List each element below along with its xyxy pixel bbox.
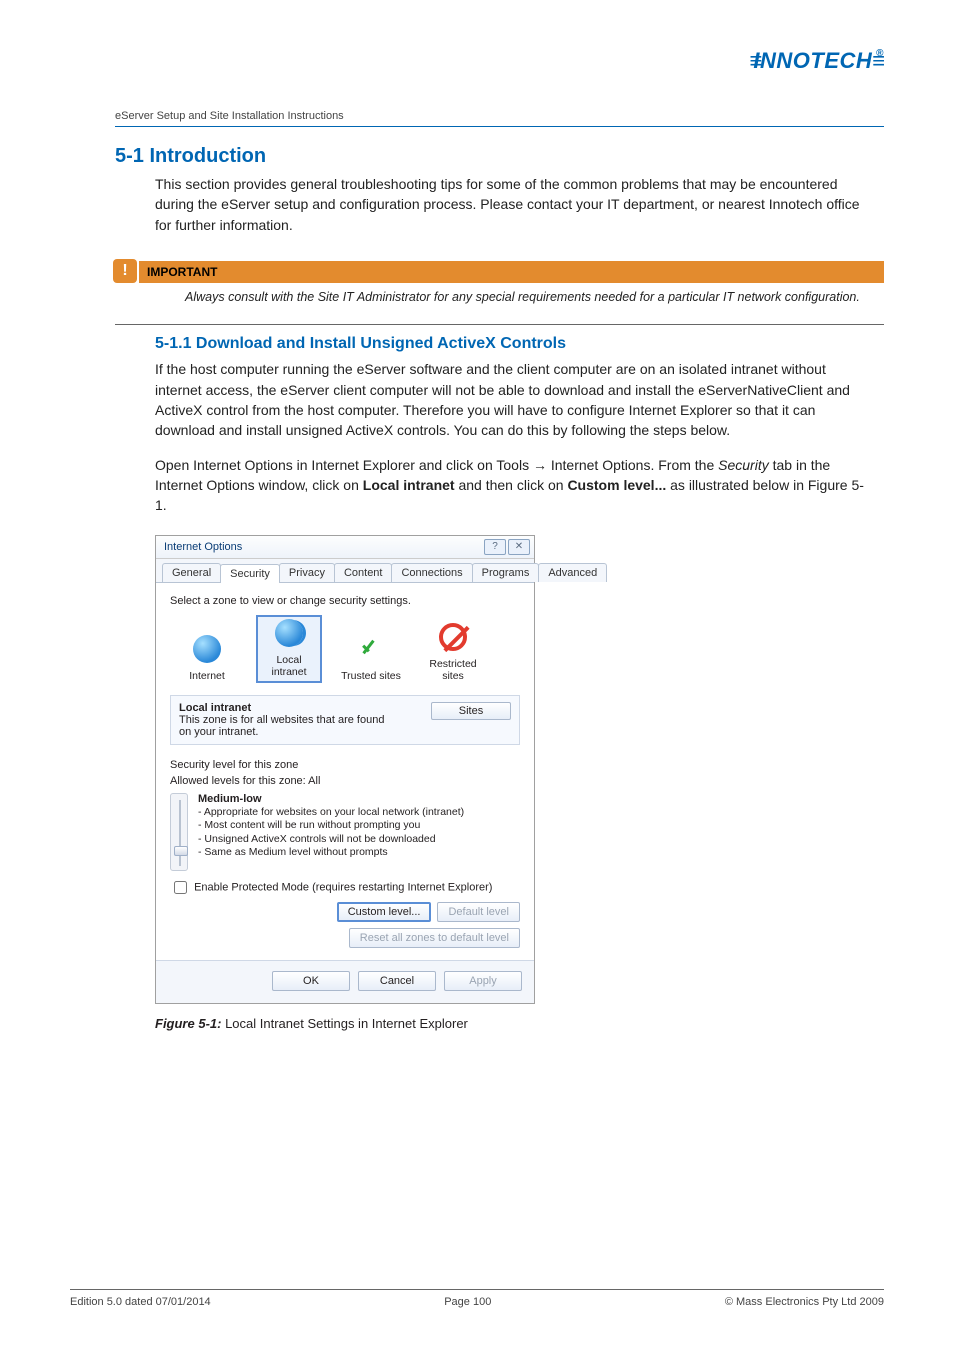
heading-1: 5-1 Introduction	[115, 145, 884, 168]
footer-copyright: © Mass Electronics Pty Ltd 2009	[725, 1296, 884, 1308]
restricted-icon	[439, 623, 467, 651]
protected-mode-checkbox[interactable]	[174, 881, 187, 894]
sites-button[interactable]: Sites	[431, 702, 511, 720]
figure-5-1: Internet Options ? ✕ General Security Pr…	[155, 535, 884, 1003]
footer-edition: Edition 5.0 dated 07/01/2014	[70, 1296, 211, 1308]
tab-connections[interactable]: Connections	[391, 563, 472, 582]
zone-local-intranet[interactable]: Local intranet	[256, 615, 322, 682]
brand-logo: ≡INNOTECH≡®	[750, 48, 884, 74]
important-callout: ! IMPORTANT Always consult with the Site…	[115, 261, 884, 307]
globe-icon	[275, 619, 303, 647]
important-label: IMPORTANT	[139, 261, 884, 283]
check-icon	[356, 635, 386, 665]
security-level-description: Medium-low - Appropriate for websites on…	[198, 793, 464, 859]
zone-internet[interactable]: Internet	[174, 635, 240, 683]
zone-select-prompt: Select a zone to view or change security…	[170, 595, 520, 607]
footer-page: Page 100	[444, 1296, 491, 1308]
tab-security[interactable]: Security	[220, 564, 280, 583]
tab-content[interactable]: Content	[334, 563, 393, 582]
intro-paragraph: This section provides general troublesho…	[155, 174, 874, 235]
doc-running-title: eServer Setup and Site Installation Inst…	[115, 110, 884, 122]
tab-privacy[interactable]: Privacy	[279, 563, 335, 582]
protected-mode-label: Enable Protected Mode (requires restarti…	[194, 881, 492, 893]
security-level-slider[interactable]	[170, 793, 188, 871]
para-3: Open Internet Options in Internet Explor…	[155, 455, 874, 516]
apply-button[interactable]: Apply	[444, 971, 522, 991]
warning-icon: !	[113, 259, 137, 283]
protected-mode-row: Enable Protected Mode (requires restarti…	[174, 881, 520, 894]
heading-2: 5-1.1 Download and Install Unsigned Acti…	[155, 335, 884, 353]
default-level-button[interactable]: Default level	[437, 902, 520, 922]
section-rule	[115, 324, 884, 325]
figure-caption: Figure 5-1: Local Intranet Settings in I…	[155, 1016, 884, 1031]
reset-zones-button[interactable]: Reset all zones to default level	[349, 928, 520, 948]
tab-general[interactable]: General	[162, 563, 221, 582]
arrow-icon: →	[533, 457, 547, 473]
zone-restricted-sites[interactable]: Restricted sites	[420, 623, 486, 682]
custom-level-button[interactable]: Custom level...	[337, 902, 432, 922]
zone-info-panel: Local intranet This zone is for all webs…	[170, 695, 520, 745]
help-button[interactable]: ?	[484, 539, 506, 555]
ok-button[interactable]: OK	[272, 971, 350, 991]
important-body: Always consult with the Site IT Administ…	[185, 289, 884, 307]
globe-icon	[193, 635, 221, 663]
cancel-button[interactable]: Cancel	[358, 971, 436, 991]
internet-options-dialog: Internet Options ? ✕ General Security Pr…	[155, 535, 535, 1003]
para-2: If the host computer running the eServer…	[155, 359, 874, 440]
tab-advanced[interactable]: Advanced	[538, 563, 607, 582]
zone-trusted-sites[interactable]: Trusted sites	[338, 635, 404, 683]
zone-info-desc: This zone is for all websites that are f…	[179, 714, 399, 738]
tab-programs[interactable]: Programs	[472, 563, 540, 582]
dialog-tabs: General Security Privacy Content Connect…	[156, 559, 534, 583]
allowed-levels-label: Allowed levels for this zone: All	[170, 775, 520, 787]
security-level-label: Security level for this zone	[170, 759, 520, 771]
page-footer: Edition 5.0 dated 07/01/2014 Page 100 © …	[70, 1289, 884, 1308]
dialog-title-text: Internet Options	[164, 541, 242, 553]
close-button[interactable]: ✕	[508, 539, 530, 555]
dialog-titlebar: Internet Options ? ✕	[156, 536, 534, 559]
title-rule	[115, 126, 884, 127]
